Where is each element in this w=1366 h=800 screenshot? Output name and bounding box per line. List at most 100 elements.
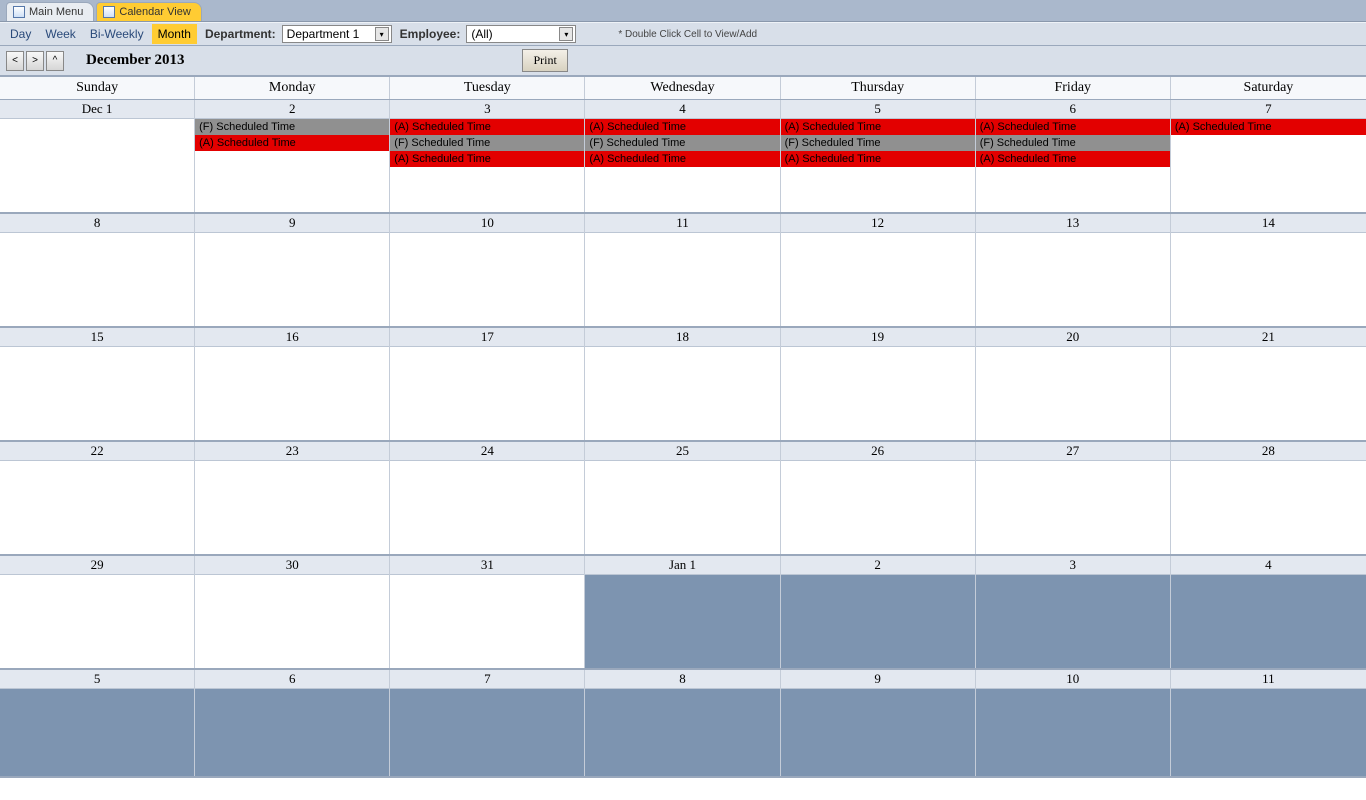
cell-body[interactable]	[585, 461, 779, 554]
calendar-cell[interactable]: 2	[781, 556, 976, 668]
calendar-event[interactable]: (A) Scheduled Time	[1171, 119, 1366, 135]
calendar-cell[interactable]: Jan 1	[585, 556, 780, 668]
cell-body[interactable]	[0, 461, 194, 554]
cell-date[interactable]: 2	[195, 100, 389, 119]
calendar-event[interactable]: (A) Scheduled Time	[585, 119, 779, 135]
cell-body[interactable]	[195, 233, 389, 326]
cell-body[interactable]: (A) Scheduled Time(F) Scheduled Time(A) …	[390, 119, 584, 212]
cell-body[interactable]	[0, 347, 194, 440]
cell-date[interactable]: 9	[195, 214, 389, 233]
calendar-event[interactable]: (A) Scheduled Time	[585, 151, 779, 167]
calendar-event[interactable]: (A) Scheduled Time	[195, 135, 389, 151]
cell-body[interactable]	[1171, 233, 1366, 326]
cell-date[interactable]: 15	[0, 328, 194, 347]
calendar-cell[interactable]: 26	[781, 442, 976, 554]
calendar-event[interactable]: (F) Scheduled Time	[390, 135, 584, 151]
calendar-cell[interactable]: 4(A) Scheduled Time(F) Scheduled Time(A)…	[585, 100, 780, 212]
cell-date[interactable]: 28	[1171, 442, 1366, 461]
calendar-cell[interactable]: 19	[781, 328, 976, 440]
cell-body[interactable]	[0, 689, 194, 776]
cell-body[interactable]	[195, 689, 389, 776]
department-select[interactable]: Department 1 ▾	[282, 25, 392, 43]
calendar-event[interactable]: (F) Scheduled Time	[585, 135, 779, 151]
calendar-cell[interactable]: 6	[195, 670, 390, 776]
cell-body[interactable]	[1171, 689, 1366, 776]
calendar-cell[interactable]: 8	[0, 214, 195, 326]
cell-body[interactable]	[195, 461, 389, 554]
cell-body[interactable]	[0, 119, 194, 212]
calendar-cell[interactable]: 4	[1171, 556, 1366, 668]
cell-body[interactable]: (A) Scheduled Time	[1171, 119, 1366, 212]
calendar-cell[interactable]: 12	[781, 214, 976, 326]
cell-date[interactable]: 17	[390, 328, 584, 347]
calendar-event[interactable]: (A) Scheduled Time	[976, 119, 1170, 135]
cell-body[interactable]	[585, 689, 779, 776]
cell-date[interactable]: 6	[195, 670, 389, 689]
calendar-cell[interactable]: 3(A) Scheduled Time(F) Scheduled Time(A)…	[390, 100, 585, 212]
cell-body[interactable]: (A) Scheduled Time(F) Scheduled Time(A) …	[585, 119, 779, 212]
cell-body[interactable]	[976, 461, 1170, 554]
cell-body[interactable]	[781, 461, 975, 554]
cell-body[interactable]	[0, 575, 194, 668]
cell-date[interactable]: 24	[390, 442, 584, 461]
cell-date[interactable]: 3	[976, 556, 1170, 575]
cell-date[interactable]: 9	[781, 670, 975, 689]
cell-date[interactable]: 12	[781, 214, 975, 233]
cell-body[interactable]	[781, 575, 975, 668]
calendar-cell[interactable]: 27	[976, 442, 1171, 554]
cell-body[interactable]	[390, 347, 584, 440]
view-week-button[interactable]: Week	[39, 24, 81, 44]
cell-date[interactable]: 8	[585, 670, 779, 689]
cell-date[interactable]: 26	[781, 442, 975, 461]
calendar-cell[interactable]: 25	[585, 442, 780, 554]
cell-date[interactable]: 10	[390, 214, 584, 233]
calendar-cell[interactable]: 5	[0, 670, 195, 776]
cell-body[interactable]	[781, 233, 975, 326]
cell-date[interactable]: 7	[390, 670, 584, 689]
cell-body[interactable]	[976, 575, 1170, 668]
calendar-cell[interactable]: 16	[195, 328, 390, 440]
view-month-button[interactable]: Month	[152, 24, 197, 44]
cell-date[interactable]: 21	[1171, 328, 1366, 347]
cell-date[interactable]: 16	[195, 328, 389, 347]
calendar-cell[interactable]: 13	[976, 214, 1171, 326]
cell-body[interactable]	[0, 233, 194, 326]
calendar-cell[interactable]: 10	[390, 214, 585, 326]
cell-date[interactable]: 7	[1171, 100, 1366, 119]
cell-date[interactable]: 29	[0, 556, 194, 575]
calendar-cell[interactable]: 31	[390, 556, 585, 668]
prev-button[interactable]: <	[6, 51, 24, 71]
calendar-event[interactable]: (F) Scheduled Time	[781, 135, 975, 151]
calendar-cell[interactable]: 30	[195, 556, 390, 668]
calendar-event[interactable]: (F) Scheduled Time	[976, 135, 1170, 151]
calendar-cell[interactable]: 20	[976, 328, 1171, 440]
cell-body[interactable]	[781, 689, 975, 776]
calendar-cell[interactable]: 28	[1171, 442, 1366, 554]
cell-date[interactable]: 18	[585, 328, 779, 347]
cell-date[interactable]: 4	[1171, 556, 1366, 575]
calendar-event[interactable]: (A) Scheduled Time	[781, 119, 975, 135]
calendar-cell[interactable]: 10	[976, 670, 1171, 776]
cell-date[interactable]: 11	[1171, 670, 1366, 689]
calendar-cell[interactable]: 3	[976, 556, 1171, 668]
cell-date[interactable]: 27	[976, 442, 1170, 461]
cell-date[interactable]: 6	[976, 100, 1170, 119]
calendar-cell[interactable]: 5(A) Scheduled Time(F) Scheduled Time(A)…	[781, 100, 976, 212]
calendar-cell[interactable]: 15	[0, 328, 195, 440]
calendar-cell[interactable]: 11	[1171, 670, 1366, 776]
calendar-event[interactable]: (F) Scheduled Time	[195, 119, 389, 135]
next-button[interactable]: >	[26, 51, 44, 71]
calendar-cell[interactable]: 9	[195, 214, 390, 326]
print-button[interactable]: Print	[522, 49, 567, 72]
calendar-event[interactable]: (A) Scheduled Time	[781, 151, 975, 167]
cell-body[interactable]	[390, 461, 584, 554]
cell-date[interactable]: 30	[195, 556, 389, 575]
calendar-cell[interactable]: 21	[1171, 328, 1366, 440]
calendar-cell[interactable]: 24	[390, 442, 585, 554]
cell-date[interactable]: 2	[781, 556, 975, 575]
calendar-cell[interactable]: 18	[585, 328, 780, 440]
calendar-cell[interactable]: 14	[1171, 214, 1366, 326]
calendar-cell[interactable]: 9	[781, 670, 976, 776]
cell-body[interactable]	[976, 347, 1170, 440]
calendar-cell[interactable]: 8	[585, 670, 780, 776]
